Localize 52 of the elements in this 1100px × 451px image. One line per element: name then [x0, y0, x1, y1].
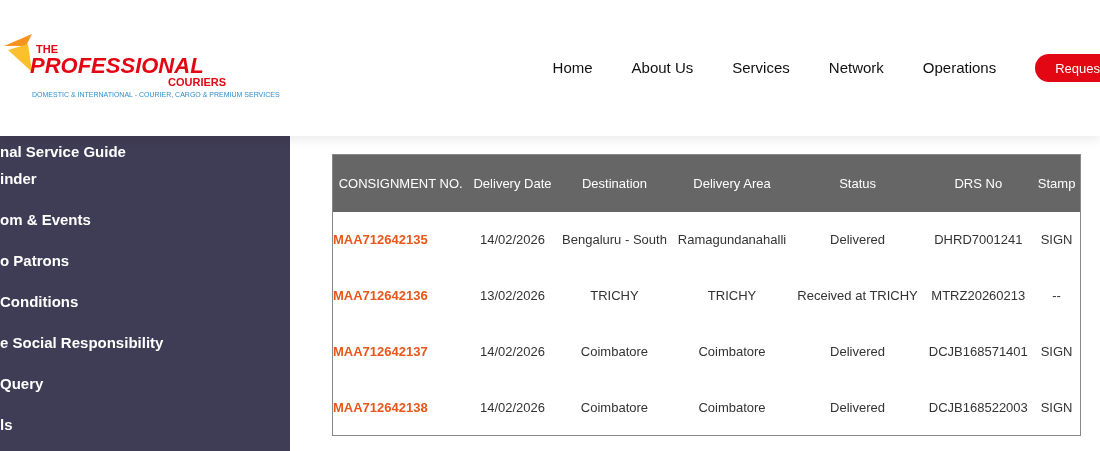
column-header: Stamp [1033, 154, 1081, 212]
sidebar-item[interactable]: e Social Responsibility [0, 333, 290, 374]
table-cell-text: TRICHY [589, 286, 640, 305]
sidebar-item[interactable]: inder [0, 169, 290, 210]
logo-text: THE [36, 44, 59, 55]
nav-link[interactable]: Home [552, 56, 593, 80]
table-cell-text: Coimbatore [697, 342, 767, 361]
table-cell: DCJB168522003 [923, 379, 1034, 436]
request-button[interactable]: Reques [1035, 54, 1100, 82]
table-cell: Delivered [791, 211, 924, 268]
nav-link[interactable]: Network [828, 56, 884, 80]
sidebar-item[interactable]: Conditions [0, 292, 290, 333]
table-cell-text: DCJB168571401 [927, 342, 1029, 361]
table-cell: SIGN [1033, 323, 1081, 380]
column-header: DRS No [923, 154, 1034, 212]
table-cell: -- [1033, 267, 1081, 324]
table-cell: Delivered [791, 379, 924, 436]
table-cell-text: Delivered [829, 342, 887, 361]
consignment-link[interactable]: MAA712642135 [332, 211, 469, 268]
sidebar-item[interactable]: Query [0, 374, 290, 415]
consignment-link[interactable]: MAA712642138 [332, 379, 469, 436]
table-cell: Ramagundanahalli [672, 211, 792, 268]
column-header: Delivery Date [468, 154, 557, 212]
nav-link[interactable]: About Us [631, 56, 694, 80]
table-cell-text: 14/02/2026 [478, 342, 547, 361]
table-cell: Bengaluru - South [556, 211, 673, 268]
table-cell-text: Coimbatore [579, 342, 650, 361]
sidebar-item[interactable]: om & Events [0, 210, 290, 251]
sidebar-item[interactable]: nal Service Guide [0, 142, 290, 169]
table-cell: 14/02/2026 [468, 379, 557, 436]
nav-link[interactable]: Operations [922, 56, 997, 80]
sidebar-item[interactable]: ls [0, 415, 290, 451]
table-cell: DHRD7001241 [923, 211, 1034, 268]
consignment-link[interactable]: MAA712642137 [332, 323, 469, 380]
column-header: Status [791, 154, 924, 212]
column-header: CONSIGNMENT NO. [332, 154, 469, 212]
consignment-link[interactable]: MAA712642136 [332, 267, 469, 324]
logo-text: COURIERS [168, 77, 228, 88]
logo-text: PROFESSIONAL [30, 55, 205, 77]
table-cell-text: MTRZ20260213 [930, 286, 1027, 305]
nav-link[interactable]: Services [732, 56, 790, 80]
table-cell: SIGN [1033, 211, 1081, 268]
table-cell-text: 13/02/2026 [478, 286, 547, 305]
table-cell-text: Received at TRICHY [796, 286, 919, 305]
column-header: Destination [556, 154, 673, 212]
column-header: Delivery Area [672, 154, 792, 212]
table-cell: 14/02/2026 [468, 211, 557, 268]
table-cell-text: TRICHY [706, 286, 758, 305]
table-cell: Coimbatore [556, 379, 673, 436]
table-cell: SIGN [1033, 379, 1081, 436]
table-cell: Coimbatore [672, 379, 792, 436]
sidebar-item[interactable]: o Patrons [0, 251, 290, 292]
